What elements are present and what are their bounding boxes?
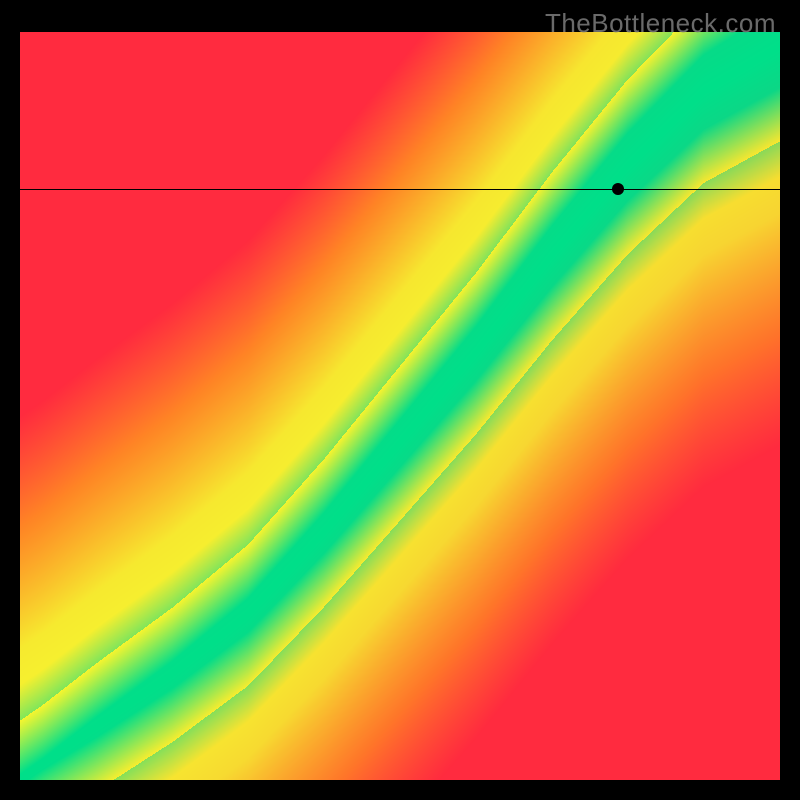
watermark-text: TheBottleneck.com: [545, 8, 776, 39]
heatmap-plot[interactable]: [18, 30, 782, 782]
chart-stage: TheBottleneck.com: [0, 0, 800, 800]
heatmap-canvas: [20, 32, 780, 780]
crosshair-vertical: [618, 780, 619, 782]
